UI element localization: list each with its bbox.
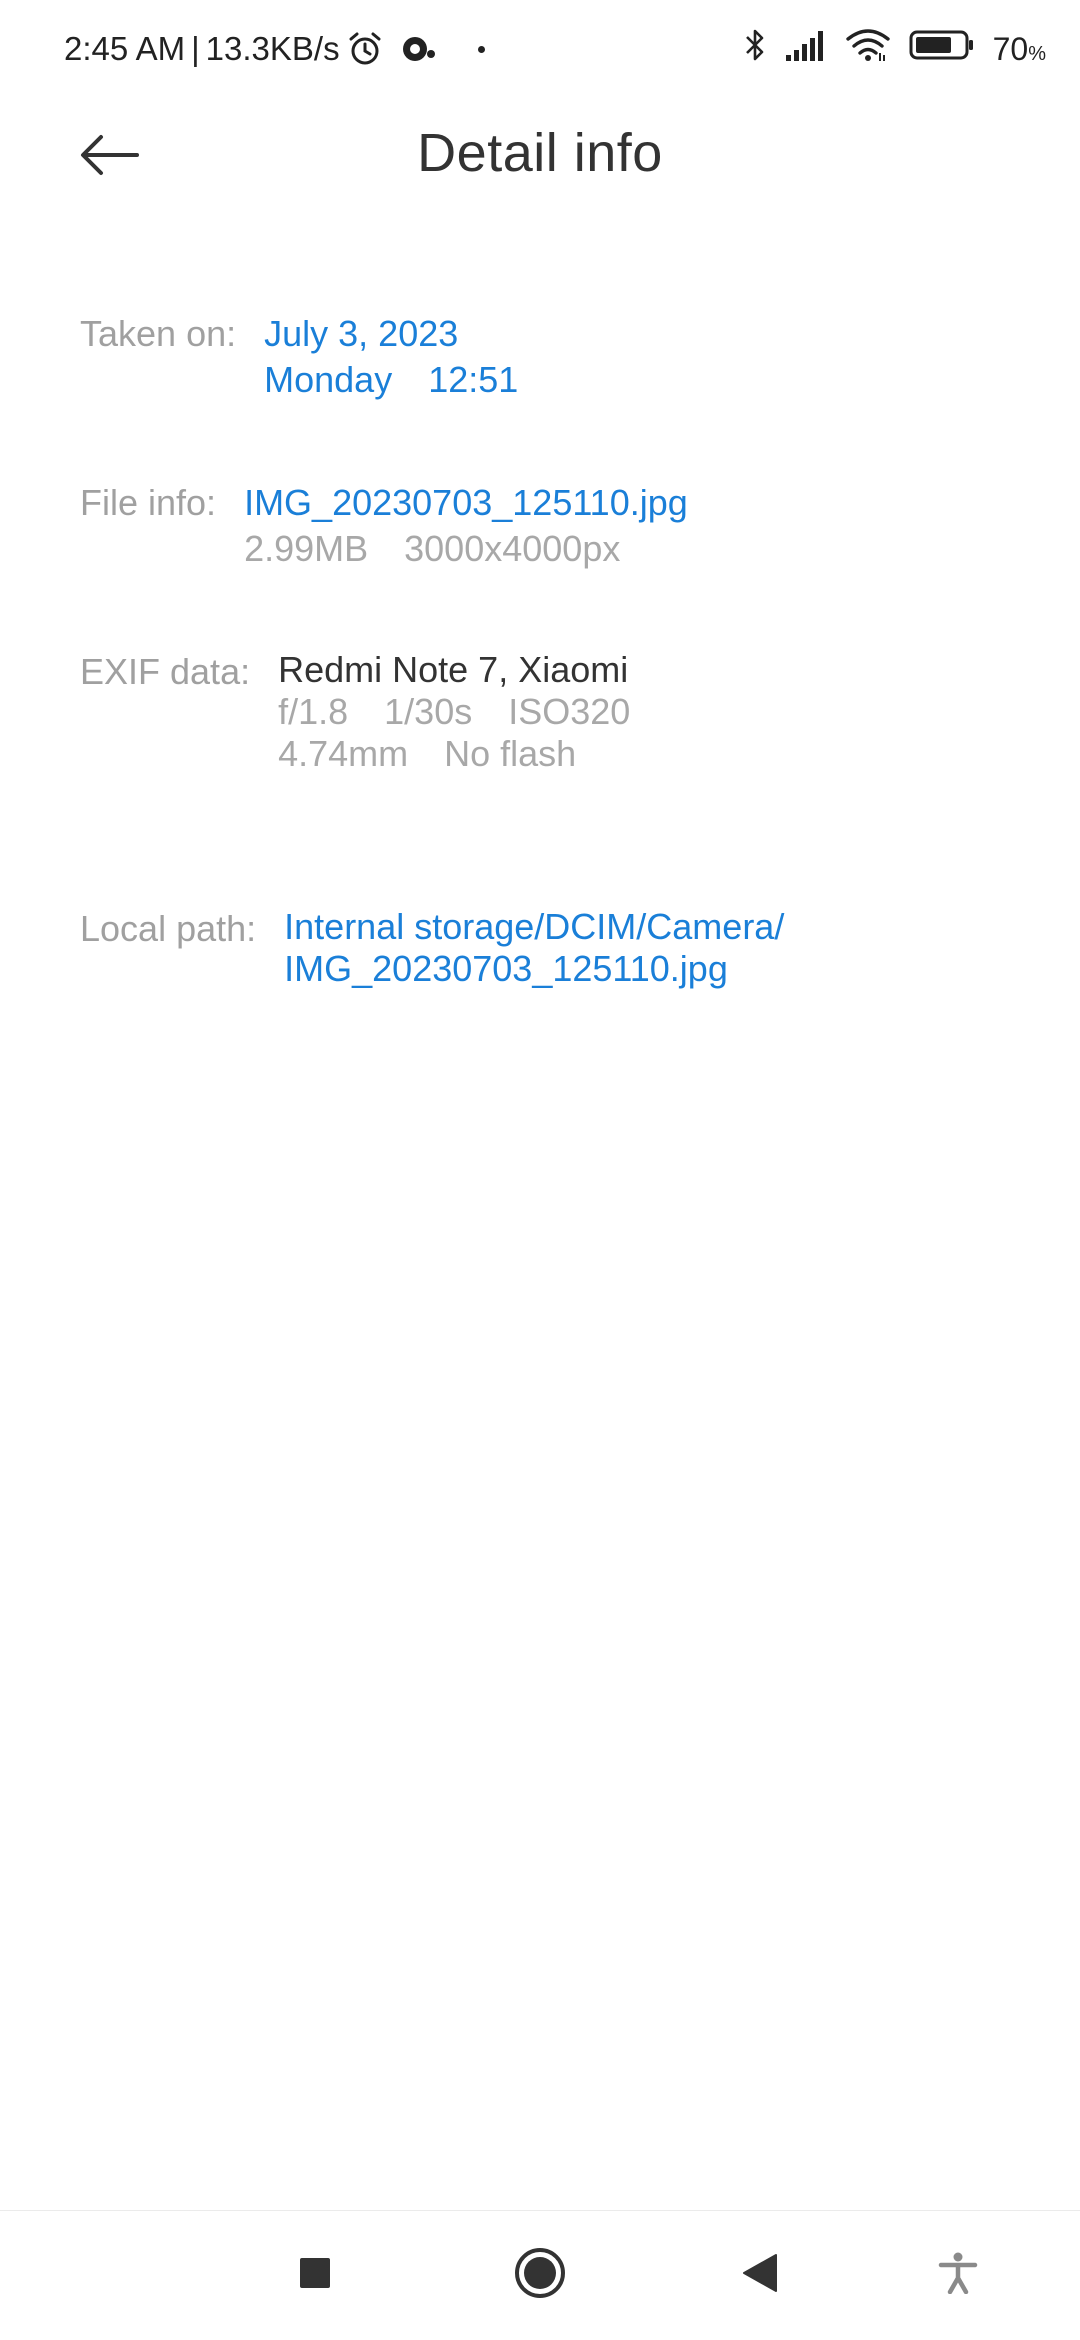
- header: Detail info: [0, 100, 1080, 220]
- taken-on-weekday: Monday: [264, 359, 393, 400]
- file-resolution: 3000x4000px: [404, 528, 621, 569]
- file-info-row: File info: IMG_20230703_125110.jpg 2.99M…: [80, 480, 688, 572]
- taken-on-row: Taken on: July 3, 2023 Monday 12:51: [80, 311, 518, 403]
- accessibility-button[interactable]: [908, 2211, 1008, 2340]
- local-path-row: Local path: Internal storage/DCIM/Camera…: [80, 906, 784, 990]
- exif-aperture: f/1.8: [278, 691, 349, 732]
- exif-exposure: f/1.8 1/30s ISO320: [278, 691, 630, 733]
- battery-value: 70: [992, 30, 1029, 67]
- square-icon: [298, 2256, 332, 2295]
- exif-lens: 4.74mm No flash: [278, 733, 630, 775]
- circle-icon: [513, 2246, 567, 2305]
- status-time: 2:45 AM: [64, 30, 186, 67]
- exif-focal-length: 4.74mm: [278, 733, 409, 774]
- triangle-back-icon: [741, 2253, 779, 2298]
- battery-unit: %: [1028, 42, 1046, 65]
- notification-icon: [398, 30, 438, 68]
- taken-on-day-time[interactable]: Monday 12:51: [264, 357, 518, 403]
- signal-icon: [785, 28, 827, 70]
- recents-button[interactable]: [265, 2211, 365, 2340]
- taken-on-time: 12:51: [428, 359, 519, 400]
- file-info-values: IMG_20230703_125110.jpg 2.99MB 3000x4000p…: [244, 480, 688, 572]
- file-size: 2.99MB: [244, 528, 369, 569]
- local-path-line1[interactable]: Internal storage/DCIM/Camera/: [284, 906, 784, 948]
- status-left: 2:45 AM | 13.3KB/s: [64, 26, 485, 72]
- exif-iso: ISO320: [508, 691, 631, 732]
- back-nav-button[interactable]: [710, 2211, 810, 2340]
- alarm-icon: [346, 30, 384, 68]
- taken-on-values[interactable]: July 3, 2023 Monday 12:51: [264, 311, 518, 403]
- exif-flash: No flash: [444, 733, 577, 774]
- file-meta: 2.99MB 3000x4000px: [244, 526, 688, 572]
- exif-shutter: 1/30s: [384, 691, 473, 732]
- status-bar: 2:45 AM | 13.3KB/s 70%: [0, 0, 1080, 100]
- status-right: 70%: [743, 26, 1046, 72]
- network-speed: 13.3KB/s: [205, 30, 340, 67]
- wifi-icon: [845, 27, 891, 71]
- exif-device: Redmi Note 7, Xiaomi: [278, 649, 629, 690]
- exif-row: EXIF data: Redmi Note 7, Xiaomi f/1.8 1/3…: [80, 649, 630, 775]
- notification-dot: [477, 45, 485, 53]
- taken-on-date[interactable]: July 3, 2023: [264, 311, 518, 357]
- local-path-line2[interactable]: IMG_20230703_125110.jpg: [284, 948, 784, 990]
- exif-label: EXIF data:: [80, 651, 251, 692]
- page-title: Detail info: [417, 123, 663, 183]
- local-path-label: Local path:: [80, 908, 257, 949]
- status-separator: |: [191, 30, 200, 67]
- battery-percentage: 70%: [993, 31, 1046, 68]
- exif-values: Redmi Note 7, Xiaomi f/1.8 1/30s ISO320 4.…: [278, 649, 630, 775]
- local-path-values[interactable]: Internal storage/DCIM/Camera/ IMG_202307…: [284, 906, 784, 990]
- home-button[interactable]: [490, 2211, 590, 2340]
- battery-icon: [909, 29, 975, 69]
- accessibility-icon: [938, 2252, 978, 2299]
- file-name[interactable]: IMG_20230703_125110.jpg: [244, 480, 688, 526]
- file-info-label: File info:: [80, 482, 217, 523]
- bluetooth-icon: [743, 26, 767, 72]
- taken-on-label: Taken on:: [80, 313, 237, 354]
- navigation-bar: [0, 2211, 1080, 2340]
